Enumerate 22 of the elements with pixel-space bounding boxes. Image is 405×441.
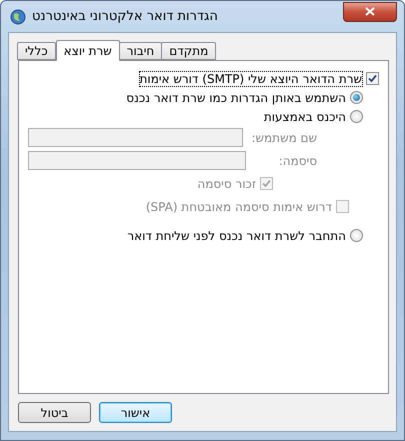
tab[interactable]: כללי [17, 42, 56, 60]
globe-icon [10, 8, 26, 24]
radio-button[interactable] [350, 229, 363, 242]
radio-button[interactable] [350, 91, 363, 104]
window-title: הגדרות דואר אלקטרוני באינטרנט [32, 9, 219, 24]
close-icon [365, 7, 375, 16]
tab[interactable]: חיבור [118, 42, 162, 60]
radio-button[interactable] [350, 110, 363, 123]
ok-button[interactable]: אישור [99, 402, 172, 423]
checkbox-label: דרוש אימות סיסמה מאובטחת (SPA) [146, 200, 332, 214]
checkbox-label: שרת הדואר היוצא שלי (SMTP) דורש אימות [140, 72, 362, 86]
password-label: סיסמה: [278, 154, 317, 168]
checkbox-label: זכור סיסמה [197, 176, 256, 190]
checkbox[interactable] [366, 72, 379, 85]
radio-label: היכנס באמצעות [264, 110, 346, 124]
username-label: שם משתמש: [251, 130, 317, 144]
cancel-button[interactable]: ביטול [18, 402, 91, 423]
tab[interactable]: מתקדם [161, 42, 216, 60]
close-button[interactable] [343, 2, 397, 22]
radio-label: השתמש באותן הגדרות כמו שרת דואר נכנס [126, 90, 346, 104]
radio-label: התחבר לשרת דואר נכנס לפני שליחת דואר [127, 228, 346, 242]
tab[interactable]: שרת יוצא [56, 40, 120, 61]
